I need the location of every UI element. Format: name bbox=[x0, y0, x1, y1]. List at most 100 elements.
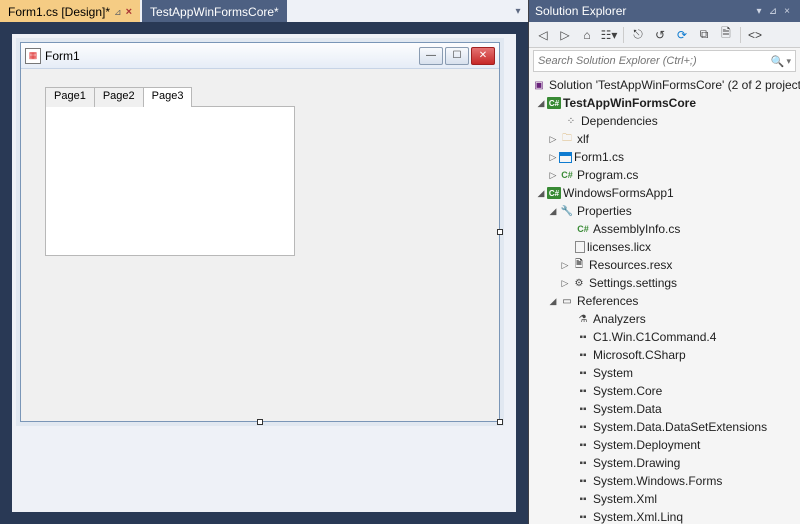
autohide-pin-icon[interactable]: ⊿ bbox=[766, 6, 780, 17]
item-label: Resources.resx bbox=[589, 258, 672, 272]
tab-page1[interactable]: Page1 bbox=[45, 87, 95, 107]
tree-item[interactable]: ⁘ Dependencies bbox=[529, 112, 800, 130]
solution-explorer-header[interactable]: Solution Explorer ▾ ⊿ × bbox=[529, 0, 800, 22]
project-node[interactable]: ◢ C# WindowsFormsApp1 bbox=[529, 184, 800, 202]
wrench-icon: 🔧 bbox=[559, 203, 575, 219]
pending-changes-icon[interactable]: ⎋ bbox=[628, 25, 648, 45]
item-label: System.Data bbox=[593, 402, 662, 416]
resize-handle-corner[interactable] bbox=[497, 419, 503, 425]
expand-icon[interactable]: ▷ bbox=[547, 170, 559, 181]
pin-icon[interactable]: ⊿ bbox=[114, 7, 122, 18]
tree-item[interactable]: ▪▪System bbox=[529, 364, 800, 382]
tree-item[interactable]: ◢ 🔧 Properties bbox=[529, 202, 800, 220]
tree-item[interactable]: ▪▪Microsoft.CSharp bbox=[529, 346, 800, 364]
csproj-icon: C# bbox=[547, 187, 561, 199]
solution-label: Solution 'TestAppWinFormsCore' (2 of 2 p… bbox=[549, 78, 800, 92]
item-label: Form1.cs bbox=[574, 150, 624, 164]
item-label: Settings.settings bbox=[589, 276, 677, 290]
project-label: TestAppWinFormsCore bbox=[563, 96, 696, 110]
forward-icon[interactable]: ▷ bbox=[555, 25, 575, 45]
search-input[interactable] bbox=[538, 55, 771, 67]
tree-item[interactable]: ▷ 🗎 Resources.resx bbox=[529, 256, 800, 274]
search-icon[interactable]: 🔍 bbox=[771, 55, 785, 68]
tab-label: TestAppWinFormsCore* bbox=[150, 5, 279, 19]
window-position-icon[interactable]: ▾ bbox=[752, 6, 766, 17]
tree-item[interactable]: C# AssemblyInfo.cs bbox=[529, 220, 800, 238]
solution-tree[interactable]: ▣ Solution 'TestAppWinFormsCore' (2 of 2… bbox=[529, 74, 800, 524]
assembly-icon: ▪▪ bbox=[575, 383, 591, 399]
tab-page3[interactable]: Page3 bbox=[143, 87, 193, 107]
resize-handle-bottom[interactable] bbox=[257, 419, 263, 425]
close-icon[interactable]: × bbox=[126, 6, 132, 18]
tree-item[interactable]: licenses.licx bbox=[529, 238, 800, 256]
item-label: System.Xml bbox=[593, 492, 657, 506]
show-all-files-icon[interactable]: 🗎 bbox=[716, 25, 736, 45]
maximize-button[interactable]: ☐ bbox=[445, 47, 469, 65]
back-icon[interactable]: ◁ bbox=[533, 25, 553, 45]
tree-item[interactable]: ◢ ▭ References bbox=[529, 292, 800, 310]
minimize-button[interactable]: — bbox=[419, 47, 443, 65]
csproj-icon: C# bbox=[547, 97, 561, 109]
close-button[interactable]: ✕ bbox=[471, 47, 495, 65]
assembly-icon: ▪▪ bbox=[575, 455, 591, 471]
dependencies-icon: ⁘ bbox=[563, 113, 579, 129]
collapse-icon[interactable]: ◢ bbox=[535, 188, 547, 199]
form-title: Form1 bbox=[45, 49, 80, 63]
collapse-icon[interactable]: ◢ bbox=[547, 296, 559, 307]
form-app-icon: ▦ bbox=[25, 48, 41, 64]
tree-item[interactable]: ▪▪C1.Win.C1Command.4 bbox=[529, 328, 800, 346]
resize-handle-right[interactable] bbox=[497, 229, 503, 235]
tree-item[interactable]: ▪▪System.Core bbox=[529, 382, 800, 400]
switch-views-icon[interactable]: ☷▾ bbox=[599, 25, 619, 45]
tree-item[interactable]: ▷ ⚙ Settings.settings bbox=[529, 274, 800, 292]
solution-node[interactable]: ▣ Solution 'TestAppWinFormsCore' (2 of 2… bbox=[529, 76, 800, 94]
home-icon[interactable]: ⌂ bbox=[577, 25, 597, 45]
close-panel-icon[interactable]: × bbox=[780, 6, 794, 17]
analyzer-icon: ⚗ bbox=[575, 311, 591, 327]
collapse-icon[interactable]: ◢ bbox=[547, 206, 559, 217]
assembly-icon: ▪▪ bbox=[575, 401, 591, 417]
tab-panel[interactable] bbox=[45, 106, 295, 256]
expand-icon[interactable]: ▷ bbox=[559, 260, 571, 271]
separator bbox=[623, 27, 624, 43]
form-body[interactable]: Page1 Page2 Page3 bbox=[21, 69, 499, 275]
tree-item[interactable]: ▪▪System.Data.DataSetExtensions bbox=[529, 418, 800, 436]
tree-item[interactable]: ▪▪System.Data bbox=[529, 400, 800, 418]
file-icon bbox=[575, 241, 585, 253]
expand-icon[interactable]: ▷ bbox=[547, 134, 559, 145]
refresh-icon[interactable]: ⟳ bbox=[672, 25, 692, 45]
tab-form1-design[interactable]: Form1.cs [Design]* ⊿ × bbox=[0, 0, 140, 22]
tree-item[interactable]: ▪▪System.Deployment bbox=[529, 436, 800, 454]
assembly-icon: ▪▪ bbox=[575, 473, 591, 489]
assembly-icon: ▪▪ bbox=[575, 347, 591, 363]
collapse-icon[interactable]: ◢ bbox=[535, 98, 547, 109]
expand-icon[interactable]: ▷ bbox=[559, 278, 571, 289]
design-canvas[interactable]: ▦ Form1 — ☐ ✕ Page1 Page2 Page3 bbox=[12, 34, 516, 512]
item-label: System.Core bbox=[593, 384, 662, 398]
search-dropdown-icon[interactable]: ▾ bbox=[786, 56, 791, 67]
tree-item[interactable]: ▷ 🗀 xlf bbox=[529, 130, 800, 148]
solution-search[interactable]: 🔍 ▾ bbox=[533, 50, 796, 72]
tree-item[interactable]: ⚗Analyzers bbox=[529, 310, 800, 328]
item-label: System.Xml.Linq bbox=[593, 510, 683, 524]
item-label: References bbox=[577, 294, 638, 308]
tree-item[interactable]: ▪▪System.Windows.Forms bbox=[529, 472, 800, 490]
tab-testapp[interactable]: TestAppWinFormsCore* bbox=[142, 0, 287, 22]
tab-overflow-icon[interactable]: ▾ bbox=[508, 6, 528, 17]
tree-item[interactable]: ▪▪System.Xml bbox=[529, 490, 800, 508]
view-code-icon[interactable]: <> bbox=[745, 25, 765, 45]
collapse-all-icon[interactable]: ⧉ bbox=[694, 25, 714, 45]
item-label: Analyzers bbox=[593, 312, 646, 326]
tab-control[interactable]: Page1 Page2 Page3 bbox=[45, 87, 295, 257]
item-label: System.Deployment bbox=[593, 438, 700, 452]
sync-icon[interactable]: ↺ bbox=[650, 25, 670, 45]
tab-page2[interactable]: Page2 bbox=[94, 87, 144, 107]
tree-item[interactable]: ▪▪System.Drawing bbox=[529, 454, 800, 472]
tree-item[interactable]: ▪▪System.Xml.Linq bbox=[529, 508, 800, 524]
expand-icon[interactable]: ▷ bbox=[547, 152, 559, 163]
tree-item[interactable]: ▷ C# Program.cs bbox=[529, 166, 800, 184]
tree-item[interactable]: ▷ Form1.cs bbox=[529, 148, 800, 166]
form-window[interactable]: ▦ Form1 — ☐ ✕ Page1 Page2 Page3 bbox=[20, 42, 500, 422]
item-label: System.Windows.Forms bbox=[593, 474, 722, 488]
project-node[interactable]: ◢ C# TestAppWinFormsCore bbox=[529, 94, 800, 112]
